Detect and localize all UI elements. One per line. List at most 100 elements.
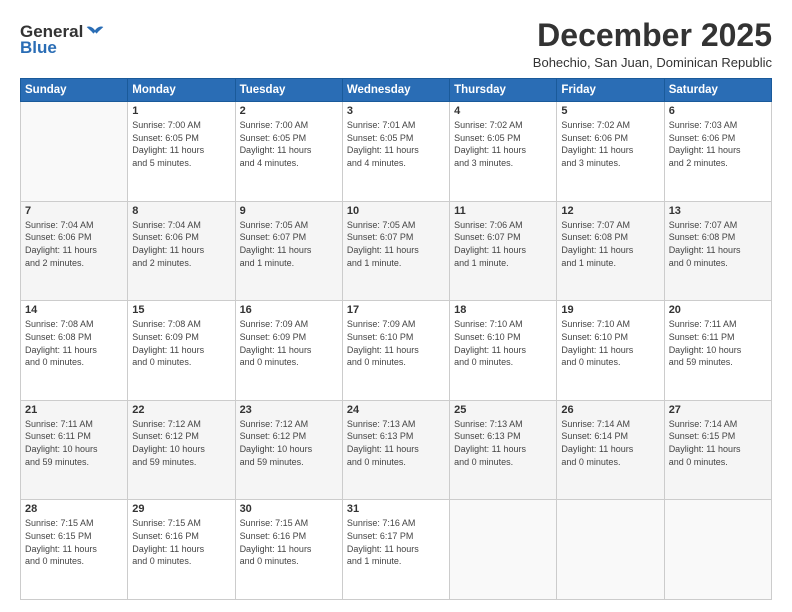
calendar-week-row: 14 Sunrise: 7:08 AM Sunset: 6:08 PM Dayli… (21, 301, 772, 401)
day-info: Sunrise: 7:00 AM Sunset: 6:05 PM Dayligh… (240, 119, 338, 169)
day-info: Sunrise: 7:14 AM Sunset: 6:15 PM Dayligh… (669, 418, 767, 468)
calendar-cell (664, 500, 771, 600)
day-number: 5 (561, 105, 659, 117)
calendar-cell: 15Sunrise: 7:08 AM Sunset: 6:09 PM Dayli… (128, 301, 235, 401)
day-info: Sunrise: 7:15 AM Sunset: 6:16 PM Dayligh… (240, 517, 338, 567)
calendar-cell: 30 Sunrise: 7:15 AM Sunset: 6:16 PM Dayli… (235, 500, 342, 600)
day-info: Sunrise: 7:15 AM Sunset: 6:16 PM Dayligh… (132, 517, 230, 567)
month-title: December 2025 (533, 18, 772, 53)
day-info: Sunrise: 7:10 AM Sunset: 6:10 PM Dayligh… (454, 318, 552, 368)
day-info: Sunrise: 7:13 AM Sunset: 6:13 PM Dayligh… (347, 418, 445, 468)
calendar-week-row: 1 Sunrise: 7:00 AM Sunset: 6:05 PM Daylig… (21, 102, 772, 202)
calendar-cell: 1Sunrise: 7:00 AM Sunset: 6:05 PM Daylig… (128, 102, 235, 202)
calendar-week-row: 7 Sunrise: 7:04 AM Sunset: 6:06 PM Daylig… (21, 201, 772, 301)
day-number: 30 (240, 503, 338, 515)
day-number: 17 (347, 304, 445, 316)
day-number: 15 (132, 304, 230, 316)
calendar-cell: 18 Sunrise: 7:10 AM Sunset: 6:10 PM Dayli… (450, 301, 557, 401)
day-number: 21 (25, 404, 123, 416)
calendar-cell: 19 Sunrise: 7:10 AM Sunset: 6:10 PM Dayli… (557, 301, 664, 401)
day-number: 31 (347, 503, 445, 515)
logo-bird-icon (85, 22, 105, 42)
calendar-week-row: 21 Sunrise: 7:11 AM Sunset: 6:11 PM Dayli… (21, 400, 772, 500)
day-number: 23 (240, 404, 338, 416)
day-info: Sunrise: 7:05 AM Sunset: 6:07 PM Dayligh… (240, 219, 338, 269)
calendar-cell: 22 Sunrise: 7:12 AM Sunset: 6:12 PM Dayli… (128, 400, 235, 500)
calendar-cell: 7 Sunrise: 7:04 AM Sunset: 6:06 PM Daylig… (21, 201, 128, 301)
calendar-cell (21, 102, 128, 202)
day-of-week-header: Sunday (21, 79, 128, 102)
calendar-cell (557, 500, 664, 600)
calendar-cell: 4Sunrise: 7:02 AM Sunset: 6:05 PM Daylig… (450, 102, 557, 202)
day-info: Sunrise: 7:07 AM Sunset: 6:08 PM Dayligh… (561, 219, 659, 269)
calendar-cell: 24 Sunrise: 7:13 AM Sunset: 6:13 PM Dayli… (342, 400, 449, 500)
day-info: Sunrise: 7:10 AM Sunset: 6:10 PM Dayligh… (561, 318, 659, 368)
day-number: 12 (561, 205, 659, 217)
day-number: 10 (347, 205, 445, 217)
day-info: Sunrise: 7:01 AM Sunset: 6:05 PM Dayligh… (347, 119, 445, 169)
day-info: Sunrise: 7:11 AM Sunset: 6:11 PM Dayligh… (25, 418, 123, 468)
day-info: Sunrise: 7:08 AM Sunset: 6:08 PM Dayligh… (25, 318, 123, 368)
day-number: 16 (240, 304, 338, 316)
day-number: 11 (454, 205, 552, 217)
calendar-cell: 5 Sunrise: 7:02 AM Sunset: 6:06 PM Daylig… (557, 102, 664, 202)
day-number: 13 (669, 205, 767, 217)
calendar-week-row: 28 Sunrise: 7:15 AM Sunset: 6:15 PM Dayli… (21, 500, 772, 600)
day-number: 4 (454, 105, 552, 117)
day-number: 1 (132, 105, 230, 117)
day-info: Sunrise: 7:09 AM Sunset: 6:09 PM Dayligh… (240, 318, 338, 368)
day-info: Sunrise: 7:12 AM Sunset: 6:12 PM Dayligh… (132, 418, 230, 468)
calendar-cell: 9 Sunrise: 7:05 AM Sunset: 6:07 PM Daylig… (235, 201, 342, 301)
day-info: Sunrise: 7:04 AM Sunset: 6:06 PM Dayligh… (25, 219, 123, 269)
calendar-cell: 16 Sunrise: 7:09 AM Sunset: 6:09 PM Dayli… (235, 301, 342, 401)
day-info: Sunrise: 7:09 AM Sunset: 6:10 PM Dayligh… (347, 318, 445, 368)
calendar-cell: 8Sunrise: 7:04 AM Sunset: 6:06 PM Daylig… (128, 201, 235, 301)
day-number: 20 (669, 304, 767, 316)
day-number: 26 (561, 404, 659, 416)
day-of-week-header: Wednesday (342, 79, 449, 102)
calendar-cell: 17 Sunrise: 7:09 AM Sunset: 6:10 PM Dayli… (342, 301, 449, 401)
day-number: 22 (132, 404, 230, 416)
day-of-week-header: Friday (557, 79, 664, 102)
calendar-cell: 11 Sunrise: 7:06 AM Sunset: 6:07 PM Dayli… (450, 201, 557, 301)
day-info: Sunrise: 7:02 AM Sunset: 6:06 PM Dayligh… (561, 119, 659, 169)
day-number: 25 (454, 404, 552, 416)
day-info: Sunrise: 7:05 AM Sunset: 6:07 PM Dayligh… (347, 219, 445, 269)
calendar-cell: 6Sunrise: 7:03 AM Sunset: 6:06 PM Daylig… (664, 102, 771, 202)
calendar: SundayMondayTuesdayWednesdayThursdayFrid… (20, 78, 772, 600)
calendar-cell: 14 Sunrise: 7:08 AM Sunset: 6:08 PM Dayli… (21, 301, 128, 401)
day-info: Sunrise: 7:13 AM Sunset: 6:13 PM Dayligh… (454, 418, 552, 468)
day-number: 27 (669, 404, 767, 416)
day-info: Sunrise: 7:07 AM Sunset: 6:08 PM Dayligh… (669, 219, 767, 269)
day-number: 14 (25, 304, 123, 316)
day-number: 9 (240, 205, 338, 217)
day-of-week-header: Tuesday (235, 79, 342, 102)
day-number: 7 (25, 205, 123, 217)
day-info: Sunrise: 7:12 AM Sunset: 6:12 PM Dayligh… (240, 418, 338, 468)
day-number: 28 (25, 503, 123, 515)
logo: General Blue (20, 22, 105, 58)
day-info: Sunrise: 7:14 AM Sunset: 6:14 PM Dayligh… (561, 418, 659, 468)
day-number: 8 (132, 205, 230, 217)
calendar-cell: 12 Sunrise: 7:07 AM Sunset: 6:08 PM Dayli… (557, 201, 664, 301)
calendar-cell: 2Sunrise: 7:00 AM Sunset: 6:05 PM Daylig… (235, 102, 342, 202)
calendar-cell: 29 Sunrise: 7:15 AM Sunset: 6:16 PM Dayli… (128, 500, 235, 600)
page: General Blue December 2025 Bohechio, San… (0, 0, 792, 612)
calendar-cell: 21 Sunrise: 7:11 AM Sunset: 6:11 PM Dayli… (21, 400, 128, 500)
day-info: Sunrise: 7:06 AM Sunset: 6:07 PM Dayligh… (454, 219, 552, 269)
calendar-cell: 20Sunrise: 7:11 AM Sunset: 6:11 PM Dayli… (664, 301, 771, 401)
day-number: 29 (132, 503, 230, 515)
calendar-cell: 31Sunrise: 7:16 AM Sunset: 6:17 PM Dayli… (342, 500, 449, 600)
day-number: 18 (454, 304, 552, 316)
location: Bohechio, San Juan, Dominican Republic (533, 55, 772, 70)
day-info: Sunrise: 7:03 AM Sunset: 6:06 PM Dayligh… (669, 119, 767, 169)
header: General Blue December 2025 Bohechio, San… (20, 18, 772, 70)
calendar-cell: 3Sunrise: 7:01 AM Sunset: 6:05 PM Daylig… (342, 102, 449, 202)
day-number: 19 (561, 304, 659, 316)
calendar-body: 1 Sunrise: 7:00 AM Sunset: 6:05 PM Daylig… (21, 102, 772, 600)
calendar-cell: 25 Sunrise: 7:13 AM Sunset: 6:13 PM Dayli… (450, 400, 557, 500)
calendar-header-row: SundayMondayTuesdayWednesdayThursdayFrid… (21, 79, 772, 102)
day-number: 24 (347, 404, 445, 416)
day-of-week-header: Monday (128, 79, 235, 102)
day-info: Sunrise: 7:15 AM Sunset: 6:15 PM Dayligh… (25, 517, 123, 567)
